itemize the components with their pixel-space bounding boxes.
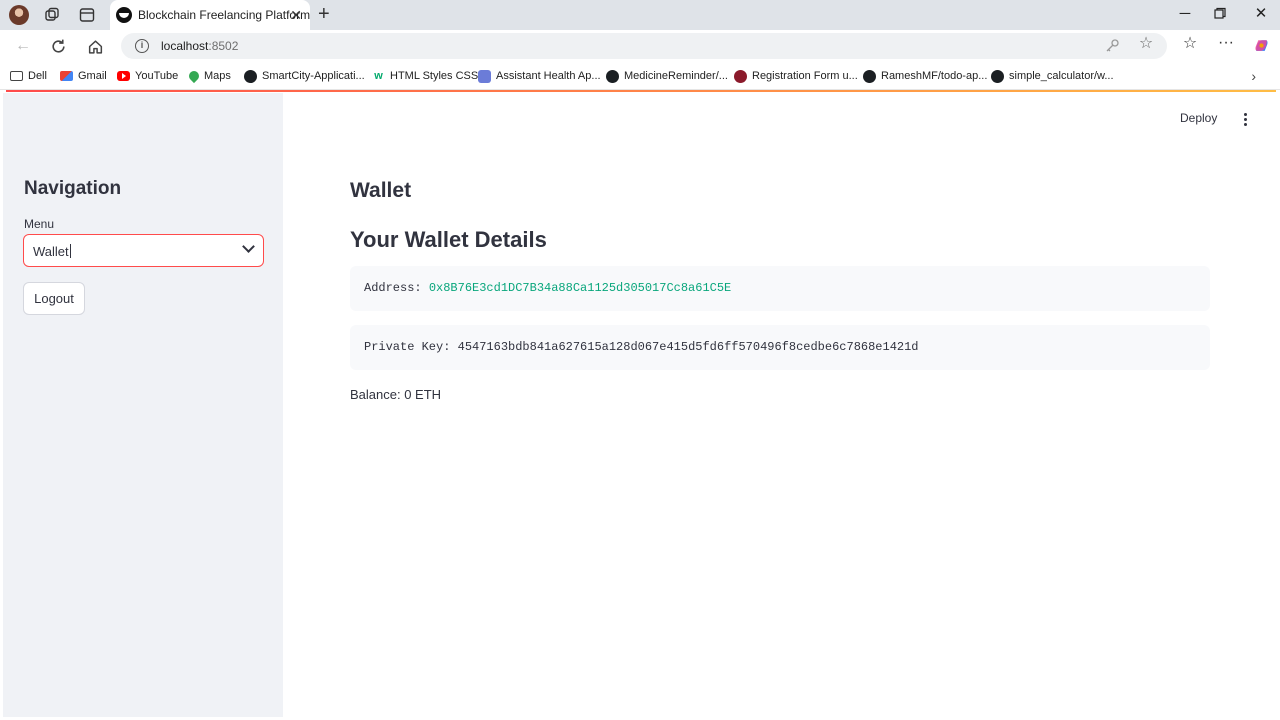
browser-tab-bar: Blockchain Freelancing Platform ✕ + ─ ✕ [0, 0, 1280, 30]
browser-toolbar: ← i localhost:8502 ☆ ☆ ··· [0, 30, 1280, 62]
main-menu-icon[interactable] [1241, 113, 1249, 127]
gmail-icon [60, 71, 73, 81]
form-icon [734, 69, 747, 83]
bookmark-smartcity[interactable]: SmartCity-Applicati... [244, 69, 365, 83]
workspaces-icon[interactable] [43, 6, 61, 24]
sidebar: Navigation Menu Wallet Logout [3, 93, 283, 717]
address-label: Address: [364, 281, 429, 295]
bookmark-html-styles[interactable]: w HTML Styles CSS [372, 69, 478, 83]
tab-title: Blockchain Freelancing Platform [138, 8, 311, 22]
minimize-icon[interactable]: ─ [1175, 4, 1195, 24]
sidebar-title: Navigation [24, 178, 122, 199]
bookmark-dell[interactable]: Dell [10, 69, 47, 83]
active-tab[interactable]: Blockchain Freelancing Platform ✕ [110, 0, 310, 30]
bookmarks-bar: Dell Gmail YouTube Maps SmartCity-Applic… [0, 62, 1280, 90]
favorites-icon[interactable]: ☆ [1182, 36, 1198, 52]
chevron-down-icon[interactable] [242, 240, 255, 253]
github-icon [863, 69, 876, 83]
site-info-icon[interactable]: i [135, 39, 149, 53]
new-tab-icon[interactable]: + [318, 4, 330, 24]
menu-selected-value[interactable]: Wallet [33, 244, 71, 259]
maximize-icon[interactable] [1213, 7, 1227, 21]
youtube-icon [117, 71, 130, 81]
section-title: Your Wallet Details [350, 227, 547, 252]
bookmark-assistant-health[interactable]: Assistant Health Ap... [478, 69, 601, 83]
copilot-icon[interactable] [1253, 37, 1270, 54]
maps-icon [186, 68, 202, 84]
github-icon [606, 69, 619, 83]
more-options-icon[interactable]: ··· [1218, 35, 1234, 51]
bookmark-gmail[interactable]: Gmail [60, 69, 107, 83]
favorite-star-icon[interactable]: ☆ [1138, 36, 1154, 52]
private-key-label: Private Key: [364, 340, 458, 354]
private-key-value: 4547163bdb841a627615a128d067e415d5fd6ff5… [457, 340, 919, 354]
wallet-address: 0x8B76E3cd1DC7B34a88Ca1125d305017Cc8a61C… [428, 281, 732, 295]
close-window-icon[interactable]: ✕ [1251, 4, 1271, 24]
reload-icon[interactable] [50, 38, 67, 55]
header-decoration [6, 90, 1276, 92]
app-viewport: Navigation Menu Wallet Logout Deploy Wal… [0, 90, 1280, 720]
w3schools-icon: w [374, 69, 383, 82]
folder-icon [10, 71, 23, 81]
balance-text: Balance: 0 ETH [350, 387, 442, 402]
menu-label: Menu [24, 217, 55, 231]
streamlit-favicon-icon [116, 7, 132, 23]
page-title: Wallet [350, 179, 412, 202]
url-text[interactable]: localhost:8502 [161, 39, 238, 53]
logout-button[interactable]: Logout [23, 282, 85, 315]
github-icon [991, 69, 1004, 83]
private-key-code-block: Private Key: 4547163bdb841a627615a128d06… [350, 325, 1210, 370]
home-icon[interactable] [87, 38, 104, 55]
address-bar[interactable]: i localhost:8502 [121, 33, 1167, 59]
app-icon [478, 69, 491, 83]
close-tab-icon[interactable]: ✕ [290, 6, 302, 24]
profile-avatar[interactable] [9, 5, 29, 25]
bookmark-maps[interactable]: Maps [186, 68, 231, 84]
bookmark-todo-app[interactable]: RameshMF/todo-ap... [863, 69, 987, 83]
github-icon [244, 69, 257, 83]
address-code-block: Address: 0x8B76E3cd1DC7B34a88Ca1125d3050… [350, 266, 1210, 311]
tab-actions-icon[interactable] [78, 6, 96, 24]
bookmark-medicine-reminder[interactable]: MedicineReminder/... [606, 69, 728, 83]
chevron-right-icon[interactable]: › [1251, 68, 1256, 84]
bookmark-simple-calculator[interactable]: simple_calculator/w... [991, 69, 1114, 83]
back-icon[interactable]: ← [13, 36, 33, 56]
bookmark-registration-form[interactable]: Registration Form u... [734, 69, 858, 83]
key-icon[interactable] [1104, 38, 1120, 54]
bookmark-youtube[interactable]: YouTube [117, 69, 178, 83]
menu-select[interactable]: Wallet [23, 234, 264, 267]
deploy-button[interactable]: Deploy [1180, 111, 1217, 125]
